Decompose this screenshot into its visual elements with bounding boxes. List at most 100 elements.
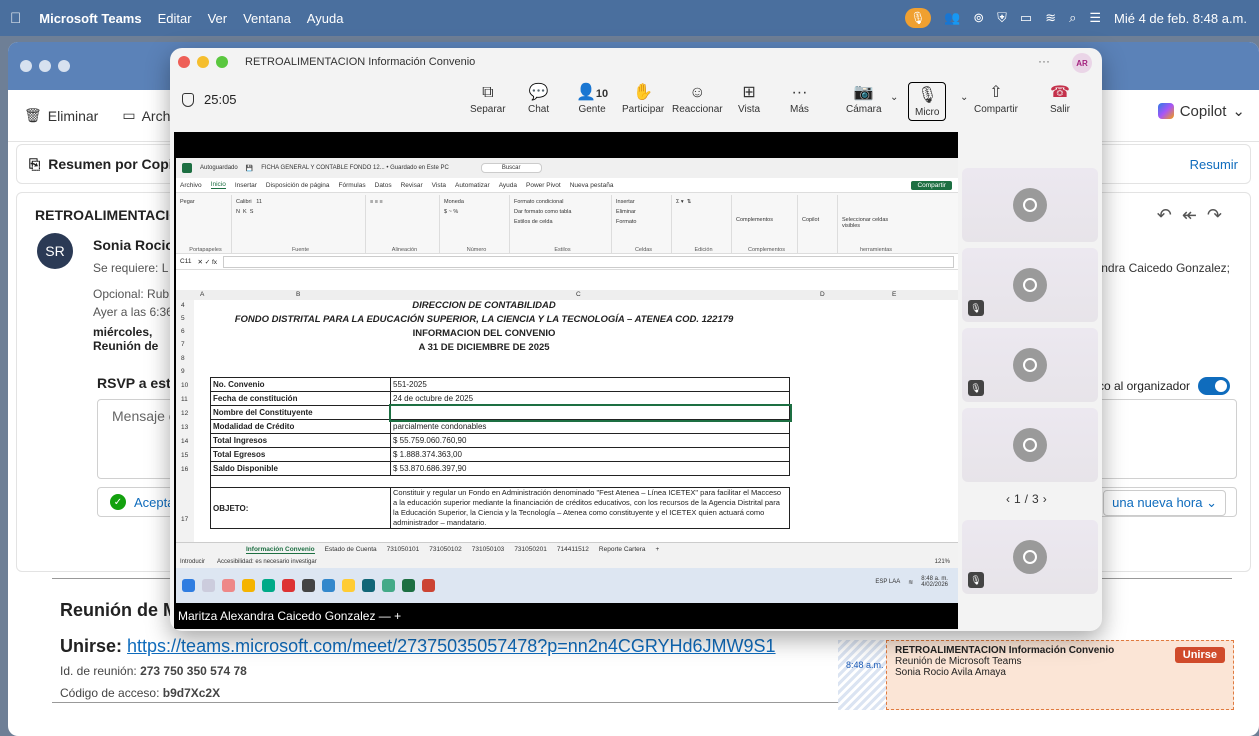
excel-menu-item: Inicio (210, 181, 226, 189)
person-icon (1023, 278, 1037, 292)
camera-label: Cámara (846, 104, 882, 115)
reply-icon[interactable]: ↶ (1157, 205, 1182, 225)
raise-hand-button[interactable]: ✋ Participar (622, 82, 664, 115)
sender-avatar[interactable]: SR (37, 233, 73, 269)
camera-options-chevron[interactable]: ⌄ (890, 92, 898, 103)
minimize-window-button[interactable] (197, 56, 209, 68)
join-link[interactable]: https://teams.microsoft.com/meet/2737503… (127, 636, 776, 656)
zoom-window-button[interactable] (216, 56, 228, 68)
minimize-window-button[interactable] (39, 60, 51, 72)
share-button[interactable]: ⇧ Compartir (974, 82, 1018, 115)
summary-icon: ⎘ (29, 155, 41, 172)
control-center-icon[interactable]: ☰ (1089, 10, 1101, 26)
participant-tile[interactable] (962, 408, 1098, 482)
menu-view[interactable]: Ver (208, 11, 228, 26)
user-avatar[interactable]: AR (1072, 53, 1092, 73)
menu-app-name[interactable]: Microsoft Teams (39, 11, 141, 26)
table-key: Total Egresos (210, 447, 391, 462)
selected-cell (388, 403, 792, 422)
forward-icon[interactable]: ↷ (1207, 205, 1232, 225)
column-header: C (576, 291, 581, 298)
notify-organizer: co al organizador (1098, 377, 1230, 395)
menu-window[interactable]: Ventana (243, 11, 291, 26)
reply-all-icon[interactable]: ↞ (1182, 205, 1207, 225)
table-row (210, 475, 790, 488)
excel-file-name: FICHA GENERAL Y CONTABLE FONDO 12... • G… (261, 165, 449, 171)
table-key: No. Convenio (210, 377, 391, 392)
ribbon-font-buttons: N K S (236, 209, 254, 215)
chat-icon: 💬 (528, 84, 549, 101)
ribbon-styles: Formato condicional Dar formato como tabl… (514, 195, 612, 253)
propose-new-time-button[interactable]: una nueva hora ⌄ (1103, 490, 1226, 516)
close-window-button[interactable] (178, 56, 190, 68)
presenter-name-tag: Maritza Alexandra Caicedo Gonzalez — + (178, 609, 402, 623)
search-icon (202, 579, 215, 592)
calendar-join-button[interactable]: Unirse (1174, 647, 1225, 663)
accept-button[interactable]: ✓ Acepta (110, 494, 174, 510)
shield-icon (182, 92, 194, 107)
chevron-down-icon: ⌄ (1206, 495, 1217, 510)
menu-help[interactable]: Ayuda (307, 11, 344, 26)
excel-menu-item: Revisar (400, 181, 423, 189)
participant-tile[interactable] (962, 168, 1098, 242)
participant-tile[interactable]: 🎙 (962, 328, 1098, 402)
styles-item: Formato condicional (514, 199, 564, 205)
table-row: Saldo Disponible $ 53.870.686.397,90 (210, 461, 790, 476)
grid-icon: ⊞ (742, 84, 756, 101)
shield-status-icon[interactable]: ⛨ (997, 10, 1007, 26)
menubar-clock[interactable]: Mié 4 de feb. 8:48 a.m. (1114, 11, 1247, 26)
screen-share-icon[interactable]: ⊚ (973, 10, 984, 26)
shared-screen[interactable]: Autoguardado 💾 FICHA GENERAL Y CONTABLE … (174, 132, 958, 629)
menu-edit[interactable]: Editar (158, 11, 192, 26)
chevron-right-icon[interactable]: › (1043, 492, 1051, 506)
participant-tile[interactable]: 🎙 (962, 248, 1098, 322)
more-button[interactable]: ··· Más (790, 82, 809, 115)
excel-menu-item: Insertar (234, 181, 257, 189)
separate-button[interactable]: ⧉ Separar (470, 82, 506, 115)
objeto-text: Constituir y regular un Fondo en Adminis… (390, 487, 790, 529)
sheet-tabs: Información Convenio Estado de Cuenta 73… (176, 542, 958, 556)
micro-options-chevron[interactable]: ⌄ (960, 92, 968, 103)
apple-icon[interactable]:  (10, 10, 21, 27)
title-more-button[interactable]: ··· (1038, 54, 1050, 68)
participant-avatar (1013, 268, 1047, 302)
gallery-pager[interactable]: ‹1/3› (1006, 492, 1051, 506)
row-header: 16 (181, 466, 189, 473)
copilot-button[interactable]: Copilot ⌄ (1157, 102, 1245, 120)
chevron-left-icon[interactable]: ‹ (1006, 492, 1014, 506)
calendar-event-block[interactable]: RETROALIMENTACION Información Convenio R… (886, 640, 1234, 710)
view-button[interactable]: ⊞ Vista (738, 82, 760, 115)
people-button[interactable]: 👤10 Gente (576, 82, 608, 115)
meeting-when: miércoles, Reunión de (93, 325, 158, 353)
micro-button[interactable]: 🎙 Micro (908, 82, 947, 121)
rsvp-message-placeholder: Mensaje o (112, 408, 177, 424)
access-code-value: b9d7Xc2X (162, 686, 221, 700)
archive-button[interactable]: ▭ Arch (122, 107, 170, 124)
cells-item: Insertar (616, 199, 635, 205)
zoom-window-button[interactable] (58, 60, 70, 72)
camera-button[interactable]: 📷 Cámara (846, 82, 882, 115)
summarize-button[interactable]: Resumir (1190, 157, 1238, 172)
delete-button[interactable]: 🗑 Eliminar (24, 107, 98, 124)
share-screen-icon: ⇧ (989, 84, 1003, 101)
spotlight-search-icon[interactable]: ⌕ (1069, 10, 1076, 26)
mic-in-use-icon[interactable]: 🎙 (905, 8, 932, 28)
chat-button[interactable]: 💬 Chat (528, 82, 549, 115)
table-value: $ 53.870.686.397,90 (390, 461, 790, 476)
close-window-button[interactable] (20, 60, 32, 72)
view-label: Vista (738, 104, 761, 115)
row-header: 14 (181, 438, 189, 445)
sender-name[interactable]: Sonia Rocio (93, 237, 174, 253)
participant-tile[interactable]: 🎙 (962, 520, 1098, 594)
react-button[interactable]: ☺ Reaccionar (672, 82, 723, 115)
addins-button: Complementos (736, 217, 773, 223)
summary-label: Resumen por Copi (48, 156, 173, 172)
notify-toggle[interactable] (1198, 377, 1230, 395)
leave-button[interactable]: ☎ Salir (1050, 82, 1070, 115)
battery-icon[interactable]: ▭ (1020, 10, 1032, 26)
excel-menu-item: Ayuda (498, 181, 518, 189)
meeting-id-line: Id. de reunión: 273 750 350 574 78 (60, 664, 247, 678)
people-status-icon[interactable]: 👥 (944, 10, 960, 26)
ribbon-cells: Insertar Eliminar Formato Celdas (616, 195, 672, 253)
wifi-icon[interactable]: ≋ (1045, 10, 1056, 26)
